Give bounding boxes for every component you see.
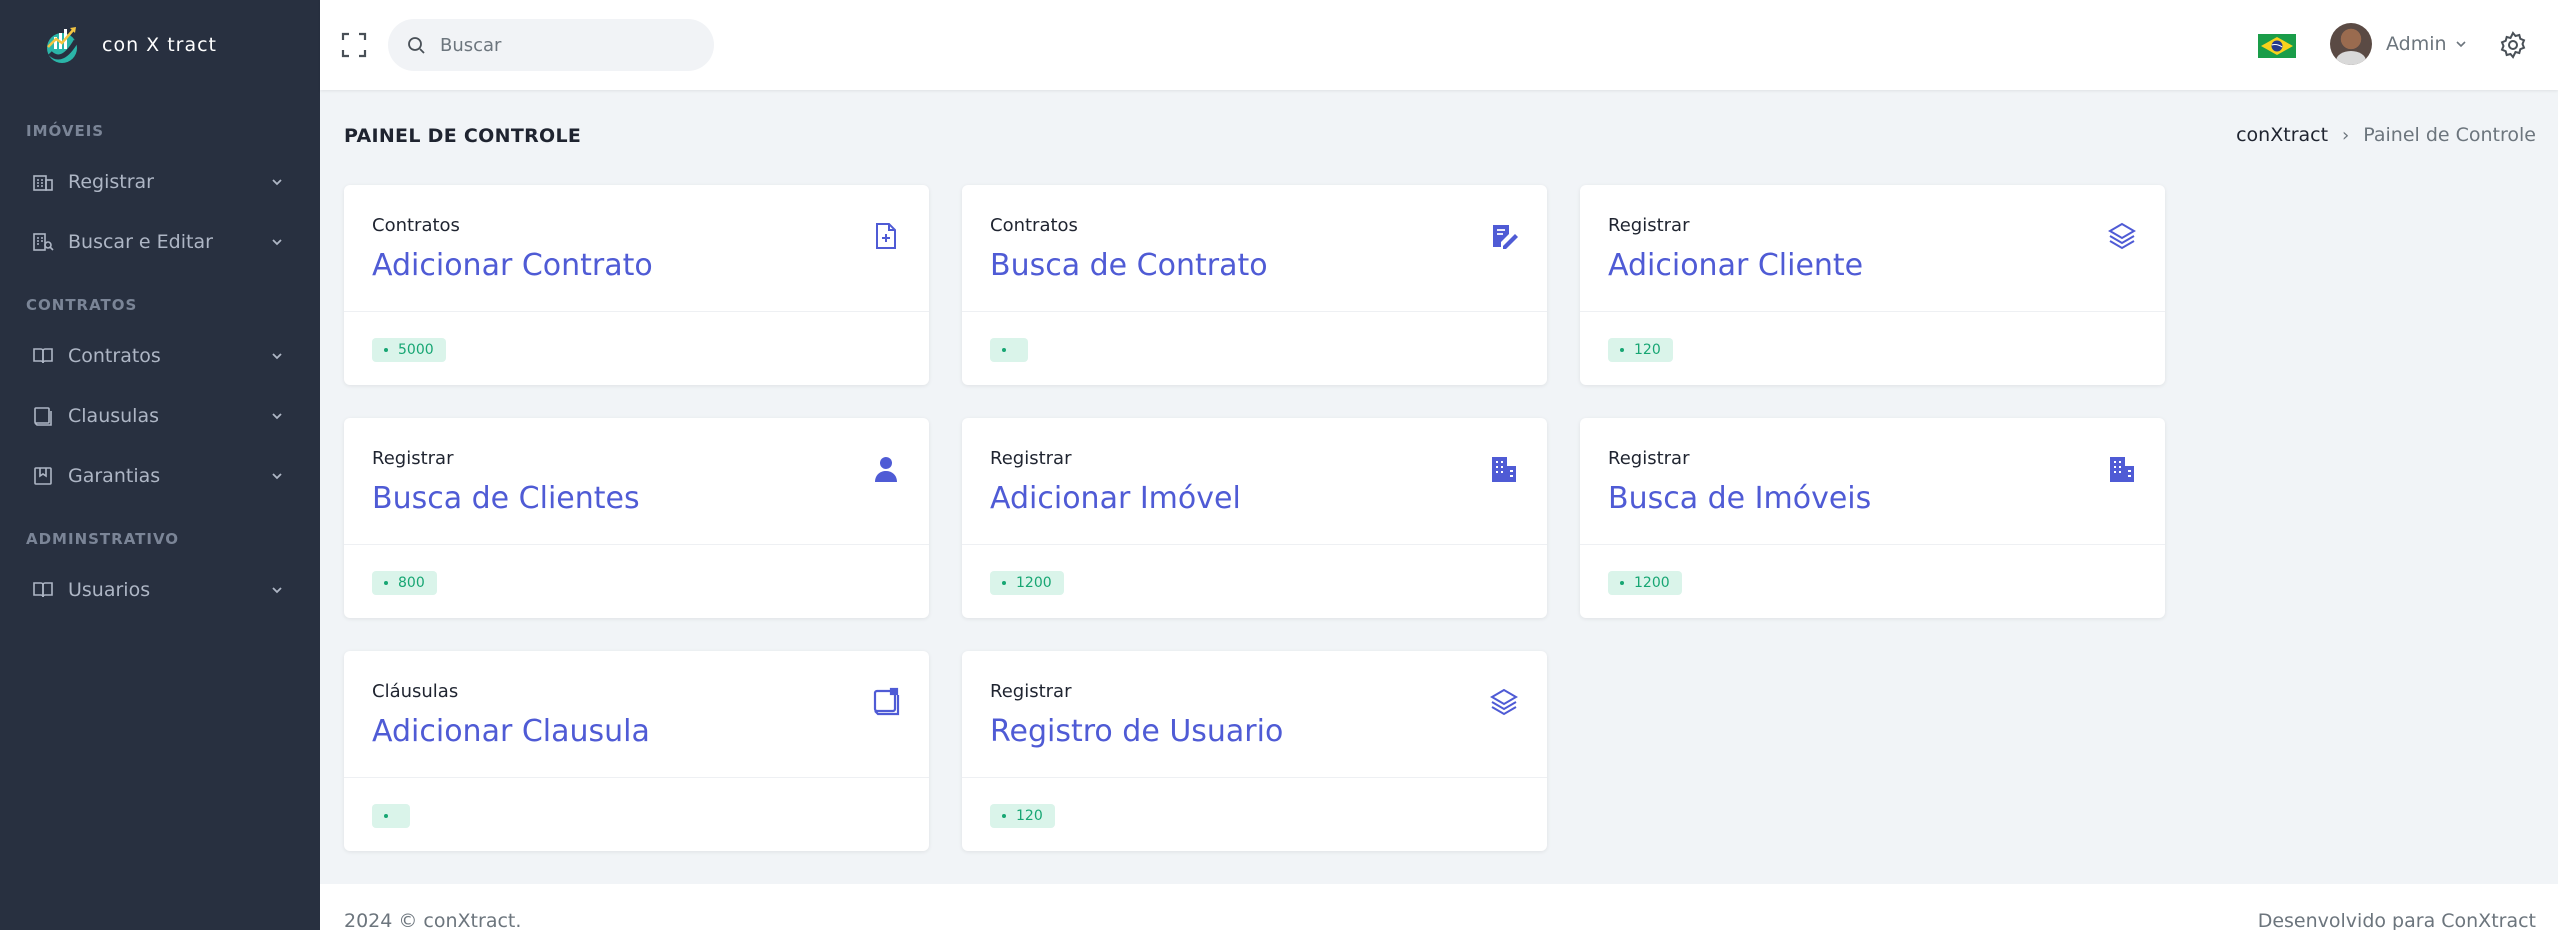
card-title: Adicionar Clausula [372,714,650,749]
sidebar-item-contratos[interactable]: Contratos [0,326,320,386]
card-category: Cláusulas [372,681,459,702]
search-box [388,19,714,71]
footer: 2024 © conXtract. Desenvolvido para ConX… [320,884,2558,930]
footer-credit: Desenvolvido para ConXtract [2257,910,2536,930]
gear-icon[interactable] [2498,30,2528,60]
chevron-down-icon [272,473,282,480]
badge-value: 1200 [1634,575,1670,591]
clipboard-icon [32,405,54,427]
count-badge: 120 [1608,338,1673,362]
count-badge [372,804,410,828]
avatar [2330,23,2372,65]
card-busca-de-contrato[interactable]: Contratos Busca de Contrato [962,185,1547,385]
card-category: Contratos [372,215,460,236]
menu-section-imoveis: IMÓVEIS [26,122,105,140]
card-title: Adicionar Contrato [372,248,653,283]
building-icon [2110,457,2134,482]
book-icon [32,345,54,367]
scroll-icon [873,687,900,716]
count-badge: 1200 [1608,571,1682,595]
breadcrumb-separator: › [2342,124,2350,146]
breadcrumb-current: Painel de Controle [2363,124,2536,146]
brand-logo-icon [47,27,79,63]
menu-section-contratos: CONTRATOS [26,296,138,314]
breadcrumb-home[interactable]: conXtract [2236,124,2328,146]
card-category: Registrar [1608,448,1690,469]
fullscreen-icon[interactable] [340,31,368,59]
chevron-down-icon [272,353,282,360]
edit-note-icon [1493,225,1518,249]
user-icon [875,457,897,482]
building-icon [32,171,54,193]
sidebar-item-usuarios[interactable]: Usuarios [0,560,320,620]
sidebar-item-registrar[interactable]: Registrar [0,152,320,212]
chevron-down-icon [272,413,282,420]
count-badge: 120 [990,804,1055,828]
card-adicionar-clausula[interactable]: Cláusulas Adicionar Clausula [344,651,929,851]
search-icon [408,37,425,54]
search-input[interactable] [440,34,690,56]
count-badge [990,338,1028,362]
card-busca-de-imoveis[interactable]: Registrar Busca de Imóveis 1200 [1580,418,2165,618]
card-registro-de-usuario[interactable]: Registrar Registro de Usuario 120 [962,651,1547,851]
card-adicionar-contrato[interactable]: Contratos Adicionar Contrato 5000 [344,185,929,385]
card-adicionar-cliente[interactable]: Registrar Adicionar Cliente 120 [1580,185,2165,385]
layers-icon [2108,222,2136,250]
chevron-down-icon [272,239,282,246]
footer-copyright: 2024 © conXtract. [344,910,522,930]
count-badge: 5000 [372,338,446,362]
menu-section-administrativo: ADMINSTRATIVO [26,530,180,548]
sidebar-item-clausulas[interactable]: Clausulas [0,386,320,446]
badge-value: 800 [398,575,425,591]
card-adicionar-imovel[interactable]: Registrar Adicionar Imóvel 1200 [962,418,1547,618]
sidebar-item-garantias[interactable]: Garantias [0,446,320,506]
badge-value: 1200 [1016,575,1052,591]
sidebar-item-label: Clausulas [68,405,159,427]
sidebar: con X tract IMÓVEIS Registrar Buscar e E… [0,0,320,930]
count-badge: 800 [372,571,437,595]
card-title: Registro de Usuario [990,714,1284,749]
card-title: Adicionar Cliente [1608,248,1864,283]
sidebar-item-label: Garantias [68,465,161,487]
user-menu[interactable]: Admin [2330,23,2467,65]
brand-name: con X tract [102,34,218,56]
sidebar-item-buscar-editar[interactable]: Buscar e Editar [0,212,320,272]
book-icon [32,579,54,601]
chevron-down-icon [272,587,282,594]
count-badge: 1200 [990,571,1064,595]
card-category: Registrar [990,681,1072,702]
card-title: Busca de Imóveis [1608,481,1872,516]
card-title: Adicionar Imóvel [990,481,1241,516]
card-busca-de-clientes[interactable]: Registrar Busca de Clientes 800 [344,418,929,618]
page-title: PAINEL DE CONTROLE [344,125,582,147]
card-category: Contratos [990,215,1078,236]
sidebar-item-label: Buscar e Editar [68,231,213,253]
card-title: Busca de Contrato [990,248,1268,283]
building-search-icon [32,231,54,253]
topbar: Admin [320,0,2558,90]
bookmark-icon [32,465,54,487]
card-category: Registrar [1608,215,1690,236]
badge-value: 120 [1634,342,1661,358]
chevron-down-icon [2455,41,2466,48]
card-category: Registrar [372,448,454,469]
sidebar-item-label: Contratos [68,345,161,367]
brand[interactable]: con X tract [0,0,320,90]
brazil-flag-icon[interactable] [2258,34,2296,58]
card-category: Registrar [990,448,1072,469]
user-name: Admin [2386,33,2447,55]
badge-value: 5000 [398,342,434,358]
breadcrumb: conXtract › Painel de Controle [2236,124,2536,146]
card-title: Busca de Clientes [372,481,640,516]
sidebar-item-label: Usuarios [68,579,151,601]
chevron-down-icon [272,179,282,186]
layers-icon [1490,688,1518,716]
sidebar-item-label: Registrar [68,171,154,193]
file-plus-icon [876,223,896,249]
building-icon [1492,457,1516,482]
badge-value: 120 [1016,808,1043,824]
